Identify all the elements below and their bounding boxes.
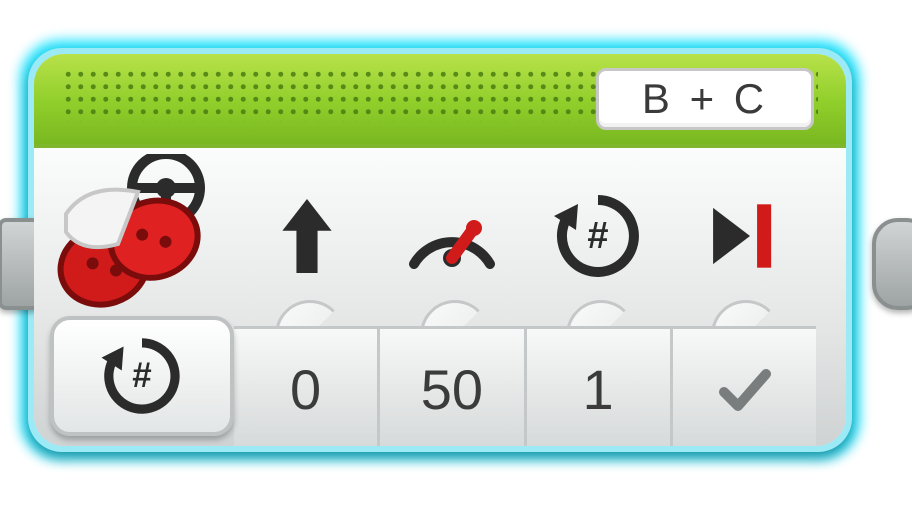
rotations-value[interactable]: 1 [524, 329, 670, 446]
rotations-count-icon: # [525, 166, 671, 306]
svg-text:#: # [587, 215, 608, 257]
port-selector[interactable]: B + C [596, 68, 814, 130]
block-header: B + C [34, 54, 846, 148]
power-value[interactable]: 50 [377, 329, 523, 446]
move-steering-block: B + C [34, 54, 846, 446]
direction-arrow-icon [234, 166, 380, 306]
steering-value[interactable]: 0 [234, 329, 377, 446]
check-icon [714, 360, 774, 420]
power-gauge-icon [380, 166, 526, 306]
svg-text:#: # [132, 356, 151, 395]
brake-end-icon [671, 166, 817, 306]
brake-value[interactable] [670, 329, 816, 446]
data-port-out[interactable] [872, 218, 912, 310]
parameter-row: 0 50 1 [234, 326, 816, 446]
mode-button[interactable]: # [50, 316, 234, 436]
move-steering-icon [48, 154, 248, 324]
rotations-mode-icon: # [96, 330, 188, 422]
